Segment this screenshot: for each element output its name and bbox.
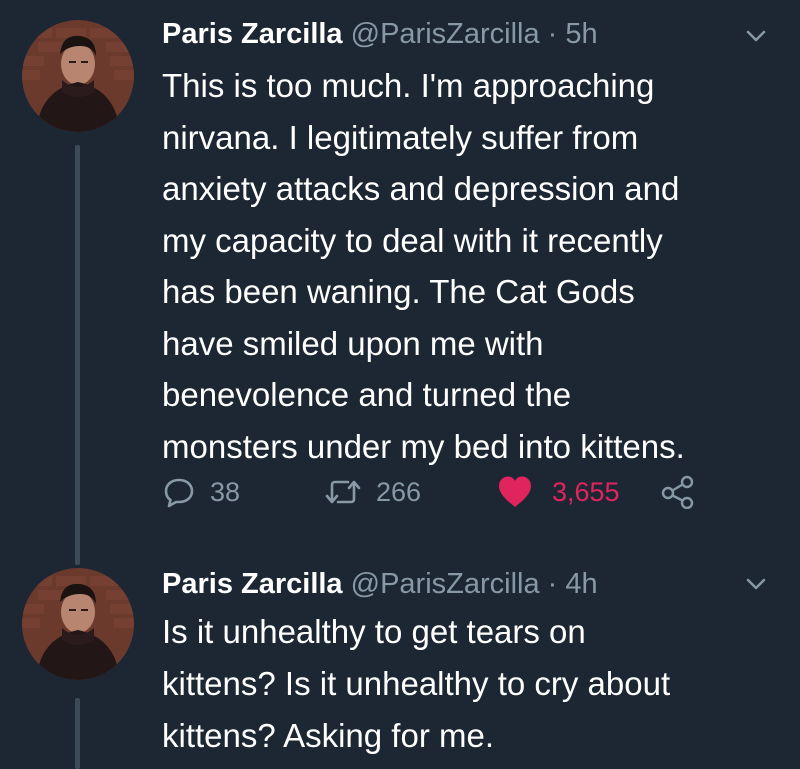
user-handle[interactable]: @ParisZarcilla	[351, 568, 540, 600]
tweet-actions: 38 266 3,655	[162, 470, 762, 514]
avatar[interactable]	[22, 20, 134, 132]
reply-button[interactable]: 38	[162, 470, 240, 514]
share-button[interactable]	[660, 470, 696, 514]
separator: ·	[547, 568, 558, 600]
reply-count: 38	[210, 476, 241, 507]
avatar[interactable]	[22, 568, 134, 680]
separator: ·	[547, 18, 558, 50]
heart-icon	[496, 475, 534, 509]
timestamp[interactable]: 5h	[565, 18, 597, 50]
like-count: 3,655	[552, 476, 620, 507]
timestamp[interactable]: 4h	[565, 568, 597, 600]
thread-line	[75, 698, 80, 769]
reply-bubble-icon	[162, 475, 196, 509]
like-button[interactable]: 3,655	[496, 470, 620, 514]
tweet-header: Paris Zarcilla @ParisZarcilla · 4h	[162, 564, 598, 604]
display-name[interactable]: Paris Zarcilla	[162, 18, 343, 50]
user-handle[interactable]: @ParisZarcilla	[351, 18, 540, 50]
tweet-header: Paris Zarcilla @ParisZarcilla · 5h	[162, 14, 598, 54]
tweet[interactable]: Paris Zarcilla @ParisZarcilla · 4h Is it…	[0, 550, 800, 769]
chevron-down-icon[interactable]	[742, 22, 770, 50]
tweet-text: This is too much. I'm approaching nirvan…	[162, 67, 685, 465]
retweet-icon	[324, 475, 362, 509]
share-icon	[660, 475, 696, 509]
tweet-text: Is it unhealthy to get tears on kittens?…	[162, 613, 671, 754]
retweet-count: 266	[376, 476, 422, 507]
thread-line	[75, 145, 80, 565]
retweet-button[interactable]: 266	[324, 470, 421, 514]
chevron-down-icon[interactable]	[742, 570, 770, 598]
display-name[interactable]: Paris Zarcilla	[162, 568, 343, 600]
tweet[interactable]: Paris Zarcilla @ParisZarcilla · 5h This …	[0, 0, 800, 565]
